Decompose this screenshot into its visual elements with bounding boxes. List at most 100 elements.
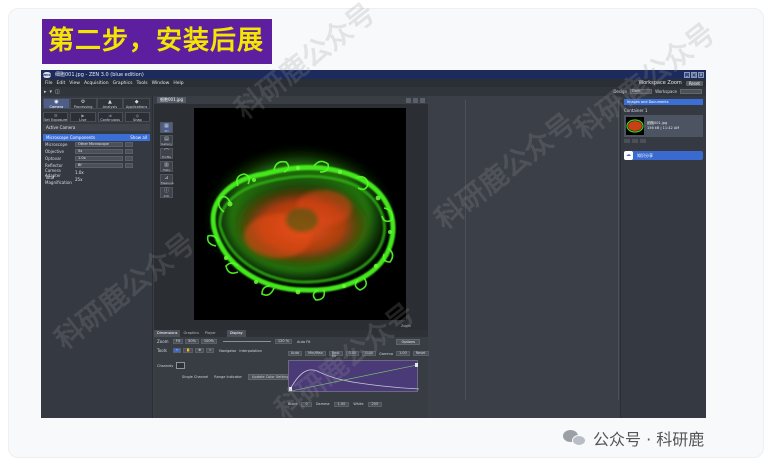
panel-divider[interactable] <box>465 100 466 400</box>
tab-graphics[interactable]: Graphics <box>180 330 201 337</box>
gamma-label: Gamma <box>379 351 393 356</box>
gamma-input[interactable]: 1.00 <box>333 402 350 407</box>
best-fit-high-input[interactable]: 0.00 <box>362 351 377 356</box>
set-exposure-button[interactable]: ☰ Set Exposure <box>43 112 69 122</box>
maximize-button[interactable]: □ <box>691 71 697 78</box>
black-label: Black <box>288 402 298 406</box>
gamma-top-input[interactable]: 1.00 <box>395 351 410 356</box>
prop-label: Optovar <box>45 156 62 161</box>
layout-icon[interactable]: ◫ <box>55 89 60 95</box>
next-icon[interactable] <box>632 139 638 143</box>
channel-swatch[interactable] <box>176 362 186 369</box>
microscope-components-header[interactable]: Microscope Components Show all <box>43 134 150 141</box>
histogram-graph[interactable] <box>288 360 420 392</box>
grid-tool-button[interactable]: ⌗ <box>206 348 215 353</box>
pointer-tool-button[interactable]: ⌖ <box>173 348 181 353</box>
tab-processing[interactable]: ⚙ Processing <box>69 98 97 109</box>
open-icon[interactable]: ▸ <box>44 89 47 95</box>
design-select[interactable]: Dark <box>630 89 653 94</box>
zoom-100-button[interactable]: 100% <box>200 339 217 344</box>
share-button[interactable]: ☁ 知识分享 <box>624 151 703 160</box>
workspace-select[interactable] <box>680 89 702 94</box>
view-label: Histo <box>162 168 171 172</box>
display-settings-area: Dimensions Graphics Player Display Zoom … <box>154 330 429 418</box>
reflector-select[interactable]: Bf <box>75 163 123 168</box>
section-title: Microscope Components <box>46 135 96 140</box>
best-fit-low-input[interactable]: 0.00 <box>345 351 360 356</box>
spin-button[interactable] <box>125 149 133 154</box>
min-max-button[interactable]: Min/Max <box>305 351 326 356</box>
image-viewer[interactable] <box>194 108 406 320</box>
workspace-reset-button[interactable]: Reset <box>685 80 703 86</box>
save-icon[interactable]: ▾ <box>50 89 53 95</box>
spin-button[interactable] <box>125 163 133 168</box>
tab-player[interactable]: Player <box>202 330 219 337</box>
menu-tools[interactable]: Tools <box>136 81 147 86</box>
menu-help[interactable]: Help <box>173 81 183 86</box>
menu-view[interactable]: View <box>69 81 80 86</box>
menu-edit[interactable]: Edit <box>57 81 66 86</box>
wechat-icon <box>563 428 587 448</box>
optovar-select[interactable]: 1.0x <box>75 156 123 161</box>
menu-acquisition[interactable]: Acquisition <box>84 81 109 86</box>
step-label: 第二步，安装后展示 <box>42 19 272 101</box>
button-label: Snap <box>132 118 142 122</box>
single-channel-checkbox[interactable]: Single Channel <box>182 375 208 379</box>
zoom-value-input[interactable]: 120 % <box>274 339 293 344</box>
snap-button[interactable]: ◎ Snap <box>124 112 150 122</box>
panel-divider[interactable] <box>618 100 619 400</box>
menu-graphics[interactable]: Graphics <box>113 81 133 86</box>
view-measure-button[interactable]: ⊿ Measure <box>160 174 174 185</box>
prop-label: Total Magnification <box>45 174 72 185</box>
white-input[interactable]: 255 <box>367 402 383 407</box>
grid-view-icon[interactable] <box>420 97 425 103</box>
document-tab[interactable]: 细胞001.jpg <box>157 97 187 103</box>
split-view-icon[interactable] <box>413 97 418 103</box>
tab-camera[interactable]: ◉ Camera <box>43 98 70 109</box>
list-icon[interactable] <box>640 139 646 143</box>
images-documents-header[interactable]: Images and Documents <box>624 99 703 105</box>
auto-button[interactable]: Auto <box>288 351 303 356</box>
prop-microscope: Microscope Other Microscope <box>43 141 150 148</box>
minimize-button[interactable]: _ <box>684 71 690 78</box>
view-gallery-button[interactable]: ▤ Gallery <box>160 135 173 146</box>
auto-fit-checkbox[interactable]: Auto Fit <box>297 340 310 344</box>
single-view-icon[interactable] <box>406 97 411 103</box>
document-thumbnail-row[interactable]: 细胞001.jpg 156 kB | 11:42 AM <box>624 115 703 137</box>
tab-applications[interactable]: ◆ Applications <box>123 98 150 109</box>
range-indicator-checkbox[interactable]: Range Indicator <box>214 375 242 379</box>
menu-window[interactable]: Window <box>152 81 170 86</box>
reset-button[interactable]: Reset <box>412 351 429 356</box>
black-input[interactable]: 0 <box>301 402 312 407</box>
objective-select[interactable]: 5x <box>75 149 123 154</box>
menu-file[interactable]: File <box>45 81 53 86</box>
spin-button[interactable] <box>125 142 133 147</box>
navigator-checkbox[interactable]: Navigator <box>219 349 236 353</box>
zoom-fit-button[interactable]: Fit <box>173 339 184 344</box>
zoom-50-button[interactable]: 50% <box>185 339 199 344</box>
show-all-toggle[interactable]: Show all <box>130 134 147 141</box>
prev-icon[interactable] <box>624 139 630 143</box>
tab-analysis[interactable]: ▲ Analysis <box>96 98 124 109</box>
design-label: Design <box>613 89 628 94</box>
microscope-select[interactable]: Other Microscope <box>75 142 123 147</box>
tab-dimensions[interactable]: Dimensions <box>154 330 181 337</box>
options-button[interactable]: Options <box>396 338 420 345</box>
view-info-button[interactable]: ⓘ Info <box>160 187 173 198</box>
pan-tool-button[interactable]: ✋ <box>182 348 194 353</box>
continuous-button[interactable]: ⇉ Continuous <box>97 112 123 122</box>
best-fit-button[interactable]: Best Fit <box>328 351 343 358</box>
view-histo-button[interactable]: ▥ Histo <box>160 161 173 172</box>
zoom-slider[interactable] <box>222 341 271 342</box>
view-2d-button[interactable]: ▦ 2D <box>160 122 173 133</box>
active-camera-section[interactable]: Active Camera <box>43 124 150 131</box>
view-label: Profile <box>161 155 172 159</box>
spin-button[interactable] <box>125 156 133 161</box>
close-button[interactable]: × <box>698 71 704 78</box>
interpolation-checkbox[interactable]: Interpolation <box>239 349 261 353</box>
main-toolbar: ▸ ▾ ◫ Design Dark Workspace <box>41 87 706 96</box>
zoom-tool-button[interactable]: ⊕ <box>195 348 205 353</box>
tab-display[interactable]: Display <box>226 330 246 337</box>
live-button[interactable]: ▶ Live <box>70 112 96 122</box>
view-profile-button[interactable]: ⌒ Profile <box>160 148 173 159</box>
